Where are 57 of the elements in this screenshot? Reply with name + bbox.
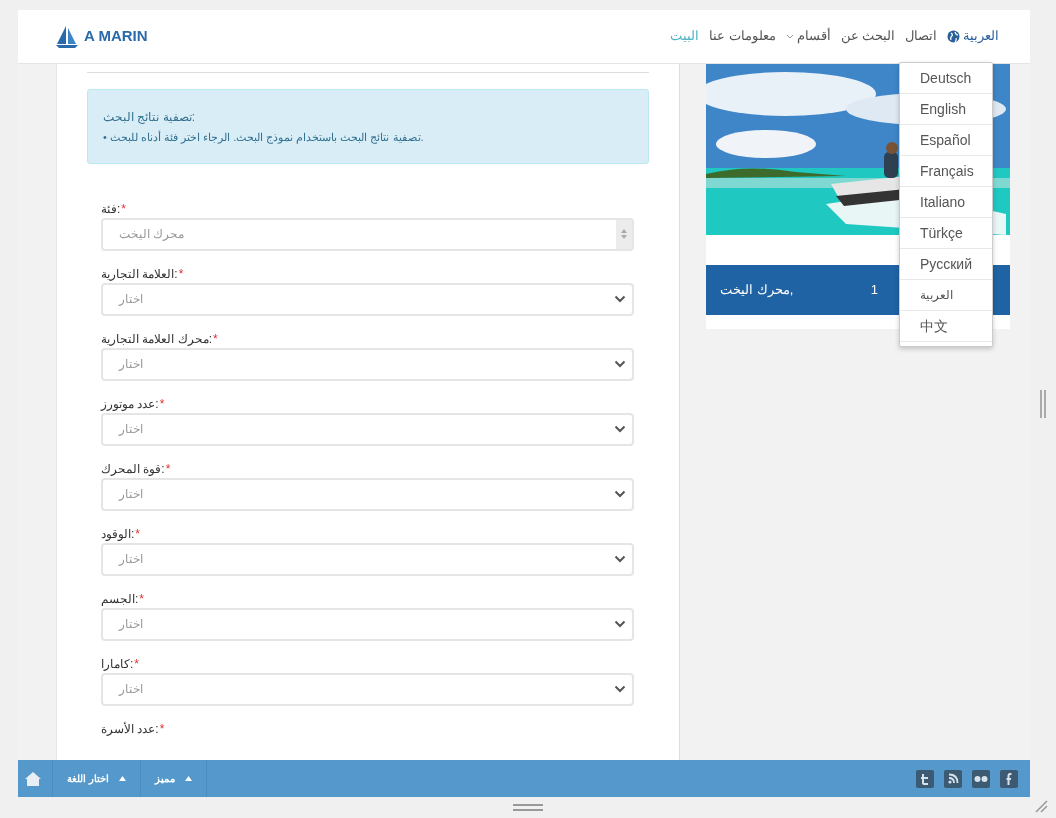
field-label: الجسم: xyxy=(101,590,139,608)
chevron-down-icon xyxy=(614,490,626,498)
required-mark: * xyxy=(165,460,171,478)
nav-link[interactable]: اتصال xyxy=(900,27,942,46)
alert-text: • تصفية نتائج البحث باستخدام نموذج البحث. الرجاء اختر فئة أدناه للبحث. xyxy=(103,129,425,146)
language-option[interactable]: العربية xyxy=(900,280,992,311)
card-count: 1 xyxy=(870,281,878,300)
drag-handle-icon[interactable] xyxy=(513,804,543,811)
chevron-down-icon xyxy=(614,295,626,303)
resize-grip-icon[interactable] xyxy=(1034,799,1048,813)
chevron-down-icon xyxy=(614,425,626,433)
field-label: قوة المحرك: xyxy=(101,460,165,478)
required-mark: * xyxy=(159,720,165,738)
chevron-down-icon xyxy=(614,360,626,368)
alert-title: تصفية نتائج البحث: xyxy=(103,109,196,126)
caret-icon xyxy=(785,33,794,40)
facebook-icon[interactable] xyxy=(1000,769,1018,788)
globe-icon xyxy=(947,30,960,43)
language-option[interactable]: Русский xyxy=(900,249,992,280)
nav-link[interactable]: معلومات عنا xyxy=(704,27,781,46)
language-option[interactable]: Deutsch xyxy=(900,63,992,94)
required-mark: * xyxy=(213,330,218,348)
triangle-up-icon xyxy=(184,776,192,781)
required-mark: * xyxy=(139,590,144,608)
required-mark: * xyxy=(134,655,139,673)
twitter-icon[interactable] xyxy=(916,769,934,788)
nav-link[interactable]: البحث عن xyxy=(835,27,900,46)
chevron-down-icon xyxy=(614,555,626,563)
stepper-arrows-icon xyxy=(621,229,627,239)
required-mark: * xyxy=(178,265,184,283)
dots-icon[interactable] xyxy=(972,769,990,788)
field-label: عدد الأسرة: xyxy=(101,720,159,738)
home-icon[interactable] xyxy=(24,770,42,787)
language-option[interactable]: Italiano xyxy=(900,187,992,218)
language-option[interactable]: Español xyxy=(900,125,992,156)
language-option[interactable]: 中文 xyxy=(900,311,992,342)
required-mark: * xyxy=(159,395,165,413)
language-option[interactable]: Türkçe xyxy=(900,218,992,249)
chevron-down-icon xyxy=(614,685,626,693)
field-label: عدد موتورز: xyxy=(101,395,159,413)
triangle-up-icon xyxy=(118,776,126,781)
nav-link[interactable]: أقسام xyxy=(780,27,836,46)
brand-name[interactable]: A MARIN xyxy=(84,25,148,48)
required-mark: * xyxy=(135,525,140,543)
field-label: العلامة التجارية: xyxy=(101,265,178,283)
rss-icon[interactable] xyxy=(944,769,962,788)
field-label: محرك العلامة التجارية: xyxy=(101,330,212,348)
required-mark: * xyxy=(121,200,126,218)
language-selector[interactable]: العربية xyxy=(942,27,1004,46)
field-label: فئة: xyxy=(101,200,121,218)
language-option[interactable]: English xyxy=(900,94,992,125)
field-label: الوقود: xyxy=(101,525,135,543)
language-option[interactable]: Français xyxy=(900,156,992,187)
card-caption: محرك اليخت, xyxy=(720,281,794,300)
field-label: كامارا: xyxy=(101,655,134,673)
scroll-handle-icon[interactable] xyxy=(1039,389,1047,418)
chevron-down-icon xyxy=(614,620,626,628)
